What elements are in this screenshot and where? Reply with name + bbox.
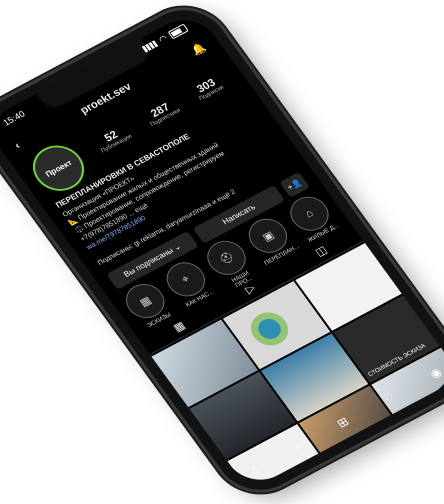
search-icon[interactable]: ⌕ bbox=[291, 439, 306, 454]
stat-following[interactable]: 303 Подписки bbox=[191, 75, 226, 102]
signal-icon bbox=[141, 40, 159, 53]
reels-icon[interactable]: ▷ bbox=[243, 282, 258, 296]
battery-icon bbox=[167, 23, 189, 40]
status-time: 15:40 bbox=[1, 108, 27, 128]
chevron-left-icon[interactable]: ‹ bbox=[12, 140, 22, 152]
wifi-icon: ◠ bbox=[156, 33, 170, 45]
add-user-button[interactable]: +👤 bbox=[279, 171, 310, 198]
stat-posts[interactable]: 52 Публикации bbox=[93, 124, 133, 154]
bell-icon[interactable]: 🔔 bbox=[189, 40, 208, 57]
photo: 15:40 ◠ ‹ proekt.sev 🔔 Проект 52 Публика… bbox=[0, 0, 444, 504]
tagged-icon[interactable]: ◫ bbox=[313, 243, 329, 259]
grid-icon[interactable]: ▦ bbox=[171, 319, 187, 335]
instagram-profile-screen: 15:40 ◠ ‹ proekt.sev 🔔 Проект 52 Публика… bbox=[0, 9, 444, 491]
stat-followers[interactable]: 287 Подписчики bbox=[142, 98, 182, 128]
phone-frame: 15:40 ◠ ‹ proekt.sev 🔔 Проект 52 Публика… bbox=[0, 0, 444, 504]
